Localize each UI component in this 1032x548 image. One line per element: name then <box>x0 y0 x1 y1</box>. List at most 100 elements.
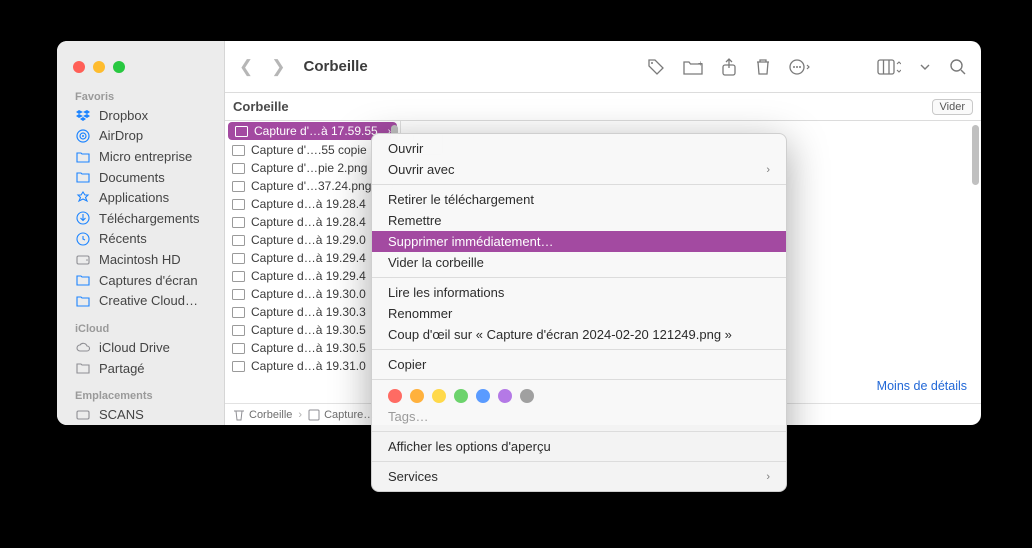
menu-separator <box>372 184 786 185</box>
view-columns-icon[interactable] <box>877 59 901 75</box>
file-name: Capture d…à 19.28.4 <box>251 215 385 229</box>
app-icon <box>75 191 91 205</box>
hdd-icon <box>75 410 91 420</box>
file-name: Capture d…à 19.31.0 <box>251 359 385 373</box>
minimize-window-button[interactable] <box>93 61 105 73</box>
tag-color-dot[interactable] <box>432 389 446 403</box>
sidebar-item-shared[interactable]: Partagé <box>57 358 224 379</box>
tag-color-dot[interactable] <box>476 389 490 403</box>
chevron-right-icon: › <box>766 471 770 483</box>
image-icon <box>231 179 245 193</box>
empty-trash-button[interactable]: Vider <box>932 99 973 115</box>
menu-item-tags[interactable]: Tags… <box>372 406 786 427</box>
sidebar-item-label: Téléchargements <box>99 211 199 226</box>
sidebar-item-label: Macintosh HD <box>99 252 181 267</box>
image-icon <box>231 287 245 301</box>
airdrop-icon <box>75 129 91 143</box>
sidebar-item-label: Récents <box>99 231 147 246</box>
menu-item-delete-immediately[interactable]: Supprimer immédiatement… <box>372 231 786 252</box>
sidebar-section-icloud: iCloud <box>57 319 224 337</box>
image-icon <box>231 143 245 157</box>
menu-item-services[interactable]: Services› <box>372 466 786 487</box>
folder-icon <box>75 151 91 163</box>
tags-icon[interactable] <box>647 58 665 76</box>
file-name: Capture d…à 19.28.4 <box>251 197 385 211</box>
sidebar-item-label: Dropbox <box>99 108 148 123</box>
sidebar-item-label: Micro entreprise <box>99 149 192 164</box>
sidebar-item-label: Documents <box>99 170 165 185</box>
tag-color-dot[interactable] <box>410 389 424 403</box>
folder-icon <box>75 274 91 286</box>
file-name: Capture d…à 19.29.4 <box>251 251 385 265</box>
forward-button[interactable]: ❯ <box>271 57 285 77</box>
menu-separator <box>372 349 786 350</box>
clock-icon <box>75 232 91 246</box>
sidebar-item-icloud-drive[interactable]: iCloud Drive <box>57 337 224 358</box>
close-window-button[interactable] <box>73 61 85 73</box>
tag-color-dot[interactable] <box>388 389 402 403</box>
chevron-right-icon: › <box>766 164 770 176</box>
context-menu: Ouvrir Ouvrir avec› Retirer le télécharg… <box>371 133 787 492</box>
hdd-icon <box>75 255 91 265</box>
menu-item-rename[interactable]: Renommer <box>372 303 786 324</box>
sidebar-item-label: Applications <box>99 190 169 205</box>
file-name: Capture d…à 19.29.4 <box>251 269 385 283</box>
menu-item-quick-look[interactable]: Coup d'œil sur « Capture d'écran 2024-02… <box>372 324 786 345</box>
shared-icon <box>75 362 91 374</box>
sidebar-item-dropbox[interactable]: Dropbox <box>57 105 224 126</box>
back-button[interactable]: ❮ <box>239 57 253 77</box>
menu-item-open[interactable]: Ouvrir <box>372 138 786 159</box>
menu-item-empty-trash[interactable]: Vider la corbeille <box>372 252 786 273</box>
details-toggle-link[interactable]: Moins de détails <box>877 379 967 393</box>
menu-item-show-preview-options[interactable]: Afficher les options d'aperçu <box>372 436 786 457</box>
file-name: Capture d'….55 copie <box>251 143 385 157</box>
cloud-icon <box>75 342 91 353</box>
pathbar-segment-file[interactable]: Capture… <box>308 409 374 421</box>
pathbar-segment-trash[interactable]: Corbeille <box>233 408 292 421</box>
share-icon[interactable] <box>721 58 737 76</box>
sidebar-item-captures[interactable]: Captures d'écran <box>57 270 224 291</box>
image-icon <box>231 323 245 337</box>
sidebar-item-scans[interactable]: SCANS <box>57 404 224 425</box>
sidebar-item-label: Captures d'écran <box>99 273 198 288</box>
menu-item-get-info[interactable]: Lire les informations <box>372 282 786 303</box>
sidebar-item-downloads[interactable]: Téléchargements <box>57 208 224 229</box>
trash-icon[interactable] <box>755 58 771 76</box>
image-icon <box>231 305 245 319</box>
chevron-right-icon: › <box>298 409 302 421</box>
trash-icon <box>233 408 245 421</box>
sidebar-item-macintosh-hd[interactable]: Macintosh HD <box>57 249 224 270</box>
sidebar-item-applications[interactable]: Applications <box>57 187 224 208</box>
image-icon <box>234 124 248 138</box>
sidebar-item-recents[interactable]: Récents <box>57 229 224 250</box>
group-menu-icon[interactable] <box>919 61 931 73</box>
sidebar-item-creative-cloud[interactable]: Creative Cloud… <box>57 290 224 311</box>
location-bar: Corbeille Vider <box>225 93 981 121</box>
new-folder-icon[interactable]: + <box>683 59 703 75</box>
sidebar-item-micro-entreprise[interactable]: Micro entreprise <box>57 146 224 167</box>
image-icon <box>231 161 245 175</box>
zoom-window-button[interactable] <box>113 61 125 73</box>
tag-color-dot[interactable] <box>454 389 468 403</box>
tag-color-dot[interactable] <box>498 389 512 403</box>
menu-item-copy[interactable]: Copier <box>372 354 786 375</box>
menu-separator <box>372 461 786 462</box>
dropbox-icon <box>75 108 91 122</box>
search-icon[interactable] <box>949 58 967 76</box>
sidebar-item-documents[interactable]: Documents <box>57 167 224 188</box>
sidebar-item-label: AirDrop <box>99 128 143 143</box>
menu-item-open-with[interactable]: Ouvrir avec› <box>372 159 786 180</box>
image-icon <box>231 197 245 211</box>
sidebar-section-locations: Emplacements <box>57 386 224 404</box>
scrollbar-thumb[interactable] <box>972 125 979 185</box>
action-menu-icon[interactable] <box>789 58 811 76</box>
sidebar-item-airdrop[interactable]: AirDrop <box>57 126 224 147</box>
toolbar: ❮ ❯ Corbeille + <box>225 41 981 93</box>
traffic-lights <box>57 49 224 87</box>
tag-color-dot[interactable] <box>520 389 534 403</box>
svg-text:+: + <box>698 59 703 68</box>
image-icon <box>308 409 320 421</box>
menu-item-put-back[interactable]: Remettre <box>372 210 786 231</box>
pathbar-label: Capture… <box>324 409 374 421</box>
menu-item-remove-download[interactable]: Retirer le téléchargement <box>372 189 786 210</box>
